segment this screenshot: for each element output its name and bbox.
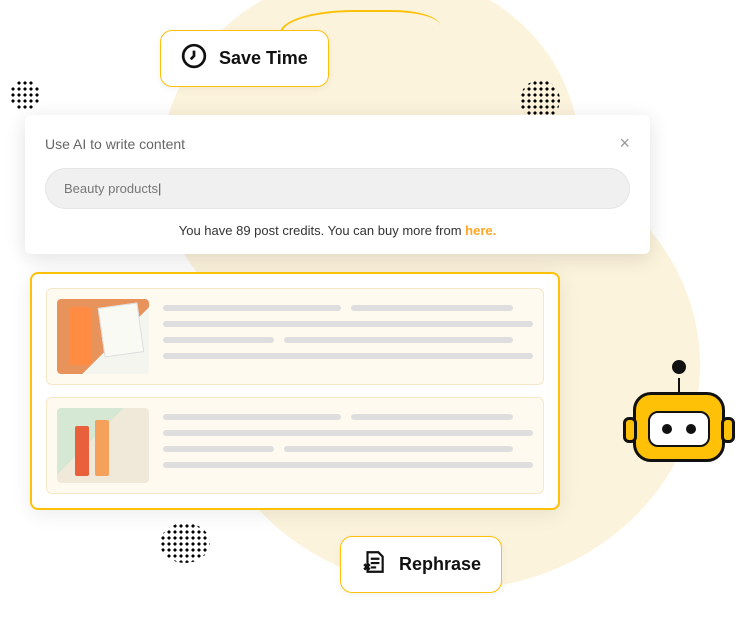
robot-mascot [624, 360, 734, 462]
results-panel [30, 272, 560, 510]
ai-content-card: Use AI to write content × Beauty product… [25, 115, 650, 254]
robot-eye-icon [686, 424, 696, 434]
result-thumbnail [57, 408, 149, 483]
robot-antenna-dot [672, 360, 686, 374]
badge-label: Rephrase [399, 554, 481, 575]
result-item[interactable] [46, 288, 544, 385]
robot-head [633, 392, 725, 462]
document-edit-icon [361, 549, 387, 580]
topic-input[interactable]: Beauty products [45, 168, 630, 209]
result-item[interactable] [46, 397, 544, 494]
save-time-badge: Save Time [160, 30, 329, 87]
card-title: Use AI to write content [45, 136, 185, 152]
badge-label: Save Time [219, 48, 308, 69]
robot-face [648, 411, 710, 447]
robot-eye-icon [662, 424, 672, 434]
input-value: Beauty products [64, 181, 161, 196]
clock-icon [181, 43, 207, 74]
decorative-dots [160, 523, 210, 563]
buy-credits-link[interactable]: here. [465, 223, 496, 238]
result-thumbnail [57, 299, 149, 374]
card-header: Use AI to write content × [45, 133, 630, 154]
close-button[interactable]: × [619, 133, 630, 154]
robot-antenna-line [678, 378, 680, 392]
close-icon: × [619, 133, 630, 153]
result-skeleton [163, 299, 533, 374]
result-skeleton [163, 408, 533, 483]
robot-ear [623, 417, 637, 443]
credits-text: You have 89 post credits. You can buy mo… [45, 223, 630, 238]
robot-ear [721, 417, 735, 443]
decorative-dots [520, 80, 560, 120]
decorative-dots [10, 80, 40, 110]
rephrase-badge: Rephrase [340, 536, 502, 593]
